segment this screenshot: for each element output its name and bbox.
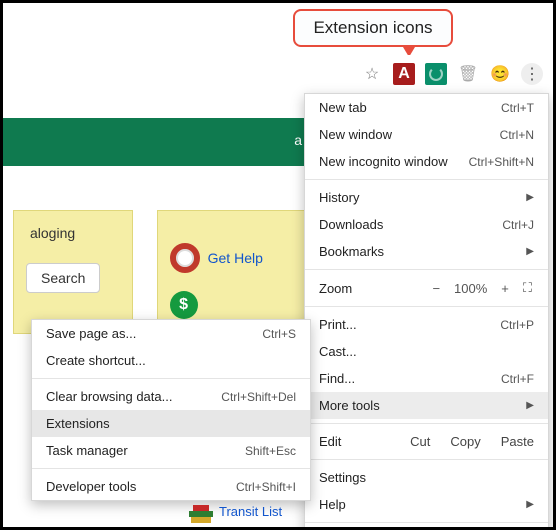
transit-list-link[interactable]: Transit List (189, 499, 282, 523)
page-header-banner: a (3, 118, 308, 166)
submenu-clear-browsing-data[interactable]: Clear browsing data...Ctrl+Shift+Del (32, 383, 310, 410)
menu-separator (305, 269, 548, 270)
menu-history[interactable]: History▶ (305, 184, 548, 211)
menu-separator (305, 423, 548, 424)
edit-label: Edit (319, 434, 341, 449)
chevron-right-icon: ▶ (526, 192, 534, 203)
menu-cast[interactable]: Cast... (305, 338, 548, 365)
adobe-pdf-extension-icon[interactable]: A (393, 63, 415, 85)
chrome-main-menu: New tabCtrl+T New windowCtrl+N New incog… (304, 93, 549, 530)
browser-toolbar: ☆ A 🗑 😊 ⋮ (3, 55, 553, 93)
book-stack-icon (189, 499, 213, 523)
menu-help[interactable]: Help▶ (305, 491, 548, 518)
submenu-task-manager[interactable]: Task managerShift+Esc (32, 437, 310, 464)
extension-icon-green[interactable] (425, 63, 447, 85)
extension-icon-smiley[interactable]: 😊 (489, 63, 511, 85)
menu-separator (305, 459, 548, 460)
zoom-value: 100% (454, 281, 487, 296)
annotation-text: Extension icons (313, 18, 432, 38)
more-tools-submenu: Save page as...Ctrl+S Create shortcut...… (31, 319, 311, 501)
menu-bookmarks[interactable]: Bookmarks▶ (305, 238, 548, 265)
menu-new-window[interactable]: New windowCtrl+N (305, 121, 548, 148)
menu-new-tab[interactable]: New tabCtrl+T (305, 94, 548, 121)
extension-icon-grey[interactable]: 🗑 (457, 63, 479, 85)
menu-separator (305, 522, 548, 523)
zoom-label: Zoom (319, 281, 352, 296)
get-help-link[interactable]: Get Help (170, 243, 294, 273)
menu-print[interactable]: Print...Ctrl+P (305, 311, 548, 338)
menu-edit-row: Edit Cut Copy Paste (305, 428, 548, 455)
card-title: aloging (30, 225, 120, 241)
fullscreen-icon[interactable]: ⛶ (523, 280, 534, 296)
chevron-right-icon: ▶ (526, 246, 534, 257)
card-cataloging: aloging Search (13, 210, 133, 334)
menu-separator (32, 378, 310, 379)
help-link-label: Get Help (208, 250, 263, 266)
chevron-right-icon: ▶ (526, 400, 534, 411)
edit-cut[interactable]: Cut (410, 434, 430, 449)
screenshot-frame: Extension icons ☆ A 🗑 😊 ⋮ a aloging Sear… (0, 0, 556, 530)
submenu-developer-tools[interactable]: Developer toolsCtrl+Shift+I (32, 473, 310, 500)
menu-more-tools[interactable]: More tools▶ (305, 392, 548, 419)
submenu-create-shortcut[interactable]: Create shortcut... (32, 347, 310, 374)
edit-copy[interactable]: Copy (450, 434, 480, 449)
chevron-right-icon: ▶ (526, 499, 534, 510)
submenu-save-page[interactable]: Save page as...Ctrl+S (32, 320, 310, 347)
menu-settings[interactable]: Settings (305, 464, 548, 491)
menu-separator (32, 468, 310, 469)
zoom-minus-button[interactable]: − (432, 281, 440, 296)
menu-zoom-row: Zoom − 100% + ⛶ (305, 274, 548, 302)
money-icon: $ (170, 291, 198, 319)
search-button[interactable]: Search (26, 263, 100, 293)
banner-text-fragment: a (294, 132, 302, 148)
bookmark-star-icon[interactable]: ☆ (361, 63, 383, 85)
transit-list-label: Transit List (219, 504, 282, 519)
submenu-extensions[interactable]: Extensions (32, 410, 310, 437)
money-link[interactable]: $ (170, 291, 294, 319)
edit-paste[interactable]: Paste (501, 434, 534, 449)
menu-downloads[interactable]: DownloadsCtrl+J (305, 211, 548, 238)
menu-new-incognito[interactable]: New incognito windowCtrl+Shift+N (305, 148, 548, 175)
menu-separator (305, 179, 548, 180)
annotation-callout: Extension icons (293, 9, 453, 47)
zoom-plus-button[interactable]: + (501, 281, 509, 296)
chrome-menu-button[interactable]: ⋮ (521, 63, 543, 85)
menu-separator (305, 306, 548, 307)
life-ring-icon (170, 243, 200, 273)
menu-find[interactable]: Find...Ctrl+F (305, 365, 548, 392)
